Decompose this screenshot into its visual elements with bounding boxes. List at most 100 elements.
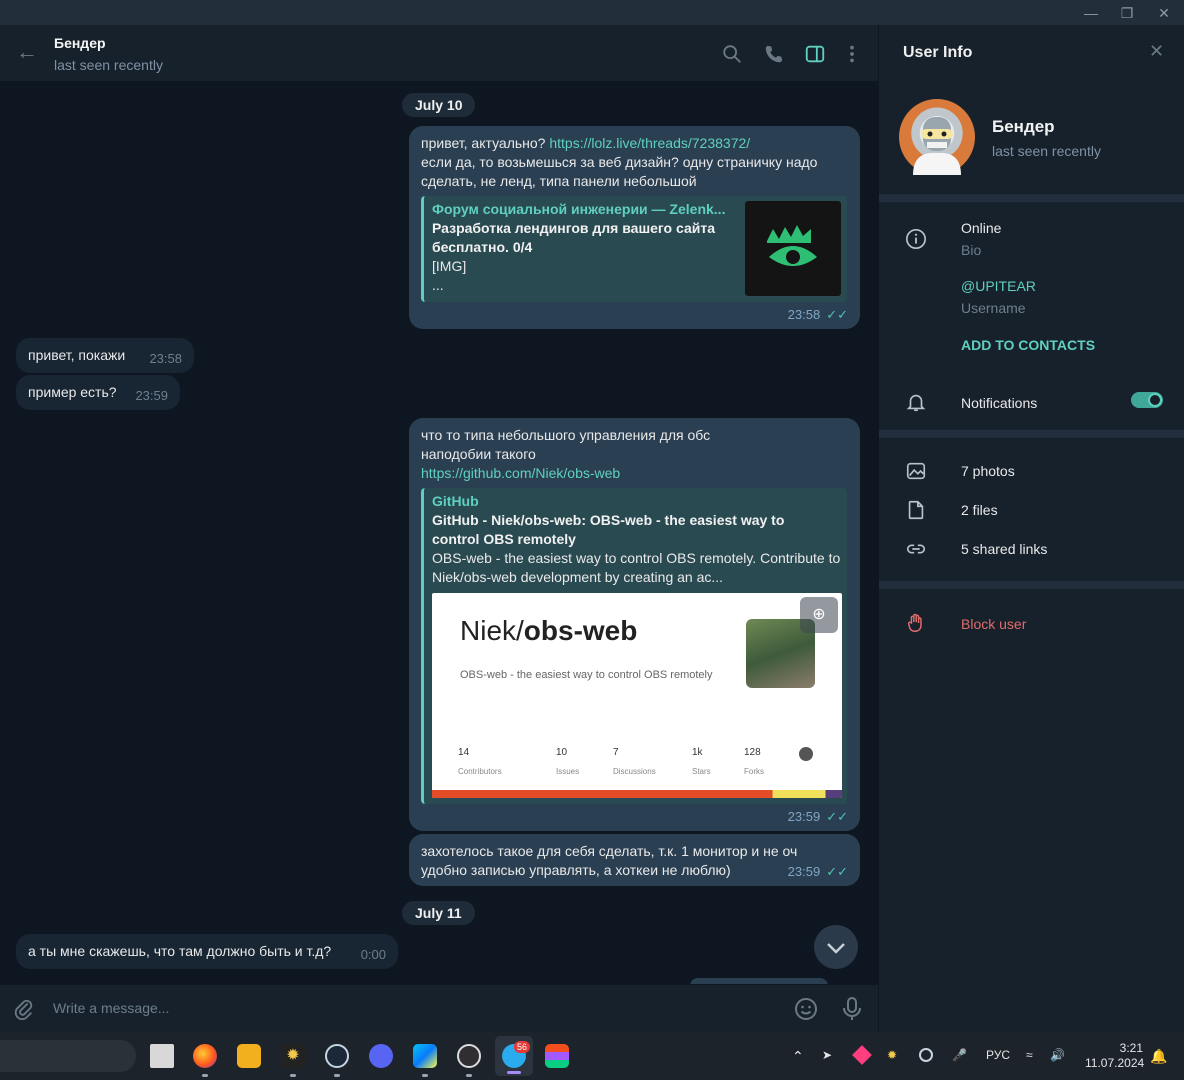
bender-avatar-icon	[913, 117, 961, 175]
window-titlebar: — ❐ ✕	[0, 0, 1184, 25]
message-list[interactable]: July 10 привет, актуально? https://lolz.…	[0, 82, 878, 984]
eye-logo-icon	[767, 225, 817, 266]
stat-issues: 10 Issues	[556, 747, 580, 776]
chat-title[interactable]: Бендер	[54, 35, 106, 51]
minimize-icon[interactable]: —	[1077, 3, 1105, 23]
emoji-icon[interactable]	[794, 997, 818, 1021]
message-link[interactable]: https://lolz.live/threads/7238372/	[549, 135, 750, 151]
message-input[interactable]: Write a message...	[53, 1000, 169, 1016]
taskbar: ✹ 56 ⌃ ➤ ✹ 🎤 РУС ≈ 🔊 3:21 11.07.2024 🔔	[0, 1032, 1184, 1080]
tray-overflow-icon[interactable]: ⌃	[792, 1048, 804, 1065]
restore-icon[interactable]: ❐	[1113, 3, 1141, 23]
clock-date: 11.07.2024	[1085, 1056, 1145, 1070]
notification-bell-icon[interactable]: 🔔	[1150, 1048, 1167, 1065]
message-link[interactable]: https://github.com/Niek/obs-web	[421, 464, 848, 483]
stat-forks: 128 Forks	[744, 747, 764, 776]
info-icon	[906, 229, 926, 249]
message-text: привет, покажи	[28, 347, 126, 363]
telegram-task-active[interactable]: 56	[495, 1036, 533, 1076]
message-incoming[interactable]: а ты мне скажешь, что там должно быть и …	[16, 934, 398, 969]
message-text-part: если да, то возьмешься за веб дизайн? од…	[421, 154, 818, 189]
hand-stop-icon	[907, 613, 922, 632]
task-view-icon[interactable]	[150, 1044, 174, 1068]
divider	[879, 194, 1184, 202]
steam-tray-icon[interactable]	[919, 1048, 933, 1062]
panel-title: User Info	[903, 44, 973, 61]
phone-icon[interactable]	[763, 43, 785, 65]
divider	[879, 430, 1184, 438]
username-value[interactable]: @UPITEAR	[961, 278, 1036, 294]
sidebar-toggle-icon[interactable]	[804, 43, 826, 65]
message-outgoing[interactable]: захотелось такое для себя сделать, т.к. …	[409, 834, 860, 886]
link-preview[interactable]: Форум социальной инженерии — Zelenk... Р…	[421, 196, 847, 302]
profile-status: last seen recently	[992, 143, 1101, 159]
close-window-icon[interactable]: ✕	[1150, 3, 1178, 23]
link-icon	[906, 544, 926, 554]
files-link[interactable]: 2 files	[961, 502, 998, 518]
clock-time: 3:21	[1119, 1041, 1143, 1055]
shared-links-link[interactable]: 5 shared links	[961, 541, 1047, 557]
message-time: 23:58 ✓✓	[787, 307, 848, 322]
language-bar	[432, 790, 842, 798]
message-outgoing[interactable]: привет, актуально? https://lolz.live/thr…	[409, 126, 860, 329]
discord-icon[interactable]	[369, 1044, 393, 1068]
preview-site: GitHub	[432, 493, 479, 509]
obs-icon[interactable]	[457, 1044, 481, 1068]
link-preview[interactable]: GitHub GitHub - Niek/obs-web: OBS-web - …	[421, 488, 847, 804]
telegram-tray-icon[interactable]: ➤	[822, 1048, 832, 1062]
message-time: 23:59	[135, 388, 168, 403]
scroll-down-button[interactable]	[814, 925, 858, 969]
double-check-icon: ✓✓	[826, 809, 848, 824]
bell-icon	[906, 394, 926, 412]
message-outgoing[interactable]: что то типа небольшого управления для об…	[409, 418, 860, 831]
running-indicator	[290, 1074, 296, 1077]
avatar[interactable]	[899, 99, 975, 175]
app-tray-icon[interactable]	[852, 1045, 872, 1065]
volume-icon[interactable]: 🔊	[1050, 1048, 1065, 1062]
photos-link[interactable]: 7 photos	[961, 463, 1015, 479]
username-label: Username	[961, 300, 1026, 316]
file-explorer-icon[interactable]	[237, 1044, 261, 1068]
add-to-contacts-button[interactable]: ADD TO CONTACTS	[961, 337, 1095, 353]
preview-title: Разработка лендингов для вашего сайта бе…	[432, 220, 715, 255]
chevron-down-icon	[827, 943, 845, 954]
notifications-toggle[interactable]	[1131, 392, 1163, 408]
file-icon	[908, 500, 924, 520]
stat-contributors: 14 Contributors	[458, 747, 502, 776]
figma-icon[interactable]	[545, 1044, 569, 1068]
back-arrow-icon[interactable]: ←	[16, 41, 40, 65]
running-indicator	[334, 1074, 340, 1077]
more-vertical-icon[interactable]	[841, 43, 863, 65]
profile-name: Бендер	[992, 117, 1055, 136]
paperclip-icon[interactable]	[13, 998, 35, 1020]
steam-icon[interactable]	[325, 1044, 349, 1068]
microphone-icon[interactable]	[841, 996, 863, 1022]
message-incoming[interactable]: привет, покажи 23:58	[16, 338, 194, 373]
close-icon[interactable]: ✕	[1149, 41, 1164, 62]
mic-tray-icon[interactable]: 🎤	[952, 1048, 967, 1062]
webstorm-icon[interactable]	[413, 1044, 437, 1068]
spark-tray-icon[interactable]: ✹	[887, 1048, 897, 1062]
preview-image[interactable]: Niek/obs-web OBS-web - the easiest way t…	[432, 593, 842, 798]
message-time: 0:00	[360, 947, 386, 962]
clock[interactable]: 3:21 11.07.2024	[1085, 1041, 1145, 1071]
message-incoming[interactable]: пример есть? 23:59	[16, 375, 180, 410]
message-time: 23:59 ✓✓	[787, 864, 848, 879]
repo-stats: 14 Contributors 10 Issues 7 Discussions 1k S…	[432, 743, 842, 776]
date-separator: July 11	[402, 901, 475, 925]
double-check-icon: ✓✓	[826, 864, 848, 879]
spark-app-icon[interactable]: ✹	[281, 1044, 305, 1068]
zoom-icon[interactable]: ⊕	[800, 597, 838, 633]
wifi-icon[interactable]: ≈	[1026, 1048, 1033, 1062]
search-icon[interactable]	[721, 43, 743, 65]
stat-discussions: 7 Discussions	[613, 747, 656, 776]
running-indicator	[466, 1074, 472, 1077]
taskbar-search[interactable]	[0, 1040, 136, 1072]
language-indicator[interactable]: РУС	[986, 1048, 1010, 1062]
chat-header: ← Бендер last seen recently	[0, 25, 878, 82]
message-text: привет, актуально? https://lolz.live/thr…	[421, 134, 851, 191]
telegram-badge: 56	[514, 1041, 531, 1053]
double-check-icon: ✓✓	[826, 307, 848, 322]
firefox-icon[interactable]	[193, 1044, 217, 1068]
block-user-button[interactable]: Block user	[961, 616, 1026, 632]
